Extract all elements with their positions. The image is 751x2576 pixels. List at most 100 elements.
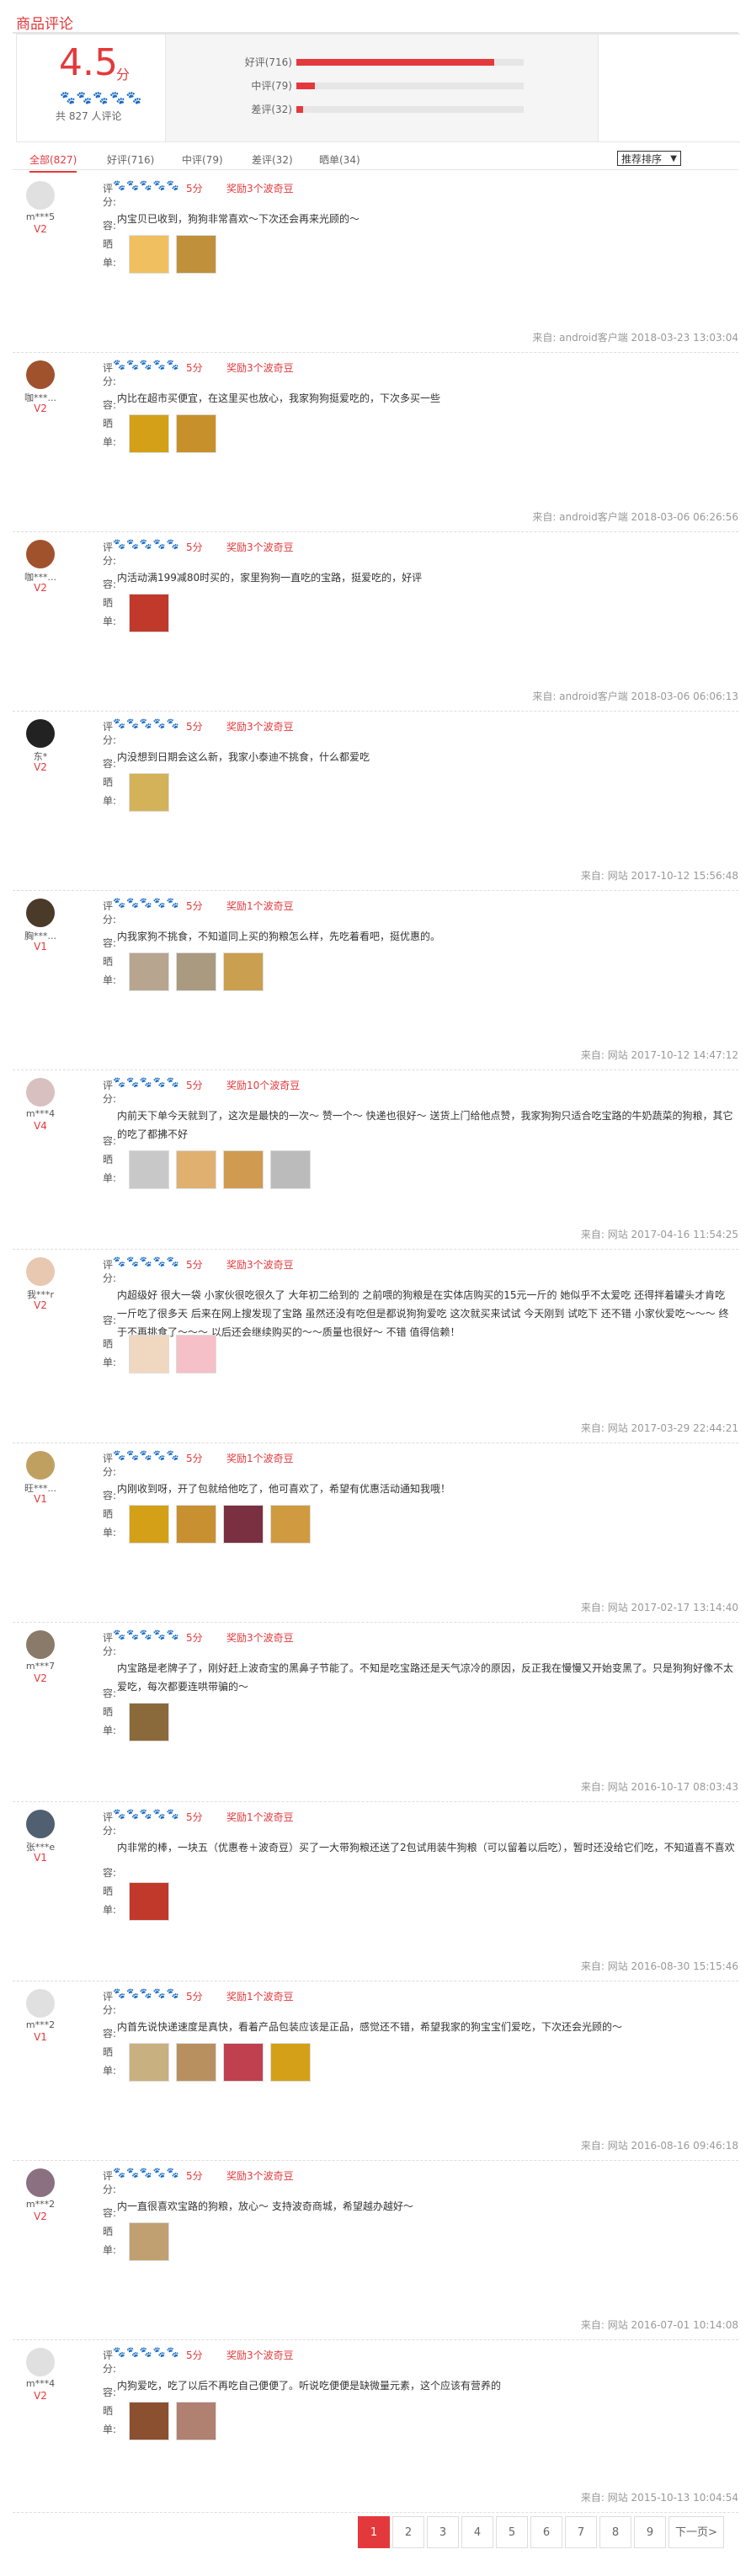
review-photo[interactable]	[129, 1882, 169, 1921]
review-photo[interactable]	[129, 1703, 169, 1741]
avatar[interactable]	[26, 360, 55, 389]
paw-rating-icon: 🐾🐾🐾🐾🐾	[113, 1629, 180, 1640]
review-photo[interactable]	[129, 773, 169, 812]
review-photo[interactable]	[129, 1335, 169, 1373]
bar-fill	[296, 83, 315, 89]
score-label: 评	[103, 1453, 114, 1464]
review-photo[interactable]	[176, 2402, 216, 2440]
review-photo[interactable]	[129, 414, 169, 453]
page-button[interactable]: 6	[530, 2516, 562, 2548]
page-button[interactable]: 2	[392, 2516, 424, 2548]
page-button[interactable]: 5	[496, 2516, 528, 2548]
content-label: 容:	[103, 1688, 117, 1699]
review-photo[interactable]	[129, 952, 169, 991]
content-label: 容:	[103, 399, 117, 411]
review-photo[interactable]	[176, 414, 216, 453]
review-photo[interactable]	[176, 1505, 216, 1544]
review-photo[interactable]	[129, 2043, 169, 2082]
review-photo[interactable]	[223, 952, 264, 991]
avatar[interactable]	[26, 719, 55, 748]
avatar[interactable]	[26, 2168, 55, 2197]
review-photo[interactable]	[270, 1505, 311, 1544]
review-photo[interactable]	[129, 1505, 169, 1544]
review-content: 内刚收到呀，开了包就给他吃了，他可喜欢了，希望有优惠活动通知我哦！	[117, 1483, 451, 1495]
review-content: 内宝路是老牌子了，刚好赶上波奇宝的黑鼻子节能了。不知是吃宝路还是天气凉冷的原因，…	[117, 1662, 734, 1693]
user-level: V2	[34, 2390, 47, 2402]
paw-rating-icon: 🐾🐾🐾🐾🐾	[113, 897, 180, 909]
next-page-button[interactable]: 下一页>	[668, 2516, 724, 2548]
review-photo[interactable]	[129, 2402, 169, 2440]
review-photo[interactable]	[176, 1150, 216, 1189]
score-value: 5分	[186, 1080, 203, 1091]
page-button[interactable]: 1	[358, 2516, 390, 2548]
tab-bad[interactable]: 差评(32)	[252, 152, 293, 167]
paw-rating-icon: 🐾🐾🐾🐾🐾	[113, 1808, 180, 1820]
score-label-2: 分:	[103, 1093, 117, 1105]
paw-rating-icon: 🐾🐾🐾🐾🐾	[113, 359, 180, 371]
page-button[interactable]: 3	[427, 2516, 459, 2548]
score-label-2: 分:	[103, 2184, 117, 2195]
review-photo[interactable]	[270, 1150, 311, 1189]
content-label: 容:	[103, 758, 117, 770]
photo-label: 晒单:	[103, 594, 116, 631]
avatar[interactable]	[26, 1989, 55, 2018]
user-level: V1	[34, 941, 47, 952]
avatar[interactable]	[26, 1078, 55, 1107]
score-label: 评	[103, 362, 114, 374]
page-button[interactable]: 4	[461, 2516, 493, 2548]
reward-text: 奖励1个波奇豆	[226, 900, 294, 912]
review-photo[interactable]	[129, 2222, 169, 2261]
paw-rating-icon: 🐾🐾🐾🐾🐾	[113, 179, 180, 191]
avatar[interactable]	[26, 1257, 55, 1286]
score-label-2: 分:	[103, 914, 117, 925]
review-item: 咖***... V2 评 🐾🐾🐾🐾🐾 5分 奖励3个波奇豆 分: 内活动满199…	[13, 531, 738, 712]
page-button[interactable]: 9	[634, 2516, 666, 2548]
photo-label-2: 单:	[103, 1357, 117, 1368]
tab-all[interactable]: 全部(827)	[29, 152, 77, 173]
score-label: 评	[103, 900, 114, 912]
review-photos	[129, 1150, 317, 1189]
content-label: 容:	[103, 937, 117, 949]
sort-select[interactable]: 推荐排序 ▼	[617, 151, 681, 166]
review-photo[interactable]	[176, 952, 216, 991]
user-level: V4	[34, 1120, 47, 1132]
score-value: 5分	[186, 1453, 203, 1464]
bar-label: 差评(32)	[251, 104, 292, 115]
review-photo[interactable]	[223, 1505, 264, 1544]
review-meta: 来自: 网站 2015-10-13 10:04:54	[580, 2492, 738, 2504]
review-photo[interactable]	[176, 2043, 216, 2082]
reward-text: 奖励3个波奇豆	[226, 721, 294, 733]
tab-good[interactable]: 好评(716)	[107, 152, 154, 167]
total-reviews: 共 827 人评论	[56, 110, 122, 122]
review-photo[interactable]	[223, 2043, 264, 2082]
paw-rating-icon: 🐾🐾🐾🐾🐾	[113, 1256, 180, 1267]
review-content: 内狗爱吃，吃了以后不再吃自己便便了。听说吃便便是缺微量元素，这个应该有营养的	[117, 2380, 502, 2392]
review-photo[interactable]	[129, 594, 169, 632]
score-box: 4.5 分 🐾🐾🐾🐾🐾 共 827 人评论	[17, 35, 166, 141]
avatar[interactable]	[26, 1451, 55, 1480]
score-label-2: 分:	[103, 734, 117, 746]
review-content: 内我家狗不挑食，不知道同上买的狗粮怎么样，先吃着看吧，挺优惠的。	[117, 931, 441, 942]
content-label: 容:	[103, 2387, 117, 2398]
review-photo[interactable]	[270, 2043, 311, 2082]
score-label: 评	[103, 183, 114, 195]
avatar[interactable]	[26, 1810, 55, 1838]
review-photos	[129, 1505, 317, 1544]
avatar[interactable]	[26, 2348, 55, 2376]
review-photo[interactable]	[129, 1150, 169, 1189]
tab-photos[interactable]: 晒单(34)	[319, 152, 360, 167]
avatar[interactable]	[26, 540, 55, 568]
review-photo[interactable]	[176, 235, 216, 274]
avatar[interactable]	[26, 1630, 55, 1659]
reward-text: 奖励1个波奇豆	[226, 1811, 294, 1823]
page-button[interactable]: 7	[565, 2516, 597, 2548]
page-button[interactable]: 8	[599, 2516, 631, 2548]
score-unit: 分	[116, 67, 130, 83]
review-item: 胸***... V1 评 🐾🐾🐾🐾🐾 5分 奖励1个波奇豆 分: 内我家狗不挑食…	[13, 890, 738, 1070]
review-photo[interactable]	[176, 1335, 216, 1373]
tab-medium[interactable]: 中评(79)	[182, 152, 223, 167]
review-photo[interactable]	[129, 235, 169, 274]
avatar[interactable]	[26, 181, 55, 210]
avatar[interactable]	[26, 899, 55, 927]
review-photo[interactable]	[223, 1150, 264, 1189]
